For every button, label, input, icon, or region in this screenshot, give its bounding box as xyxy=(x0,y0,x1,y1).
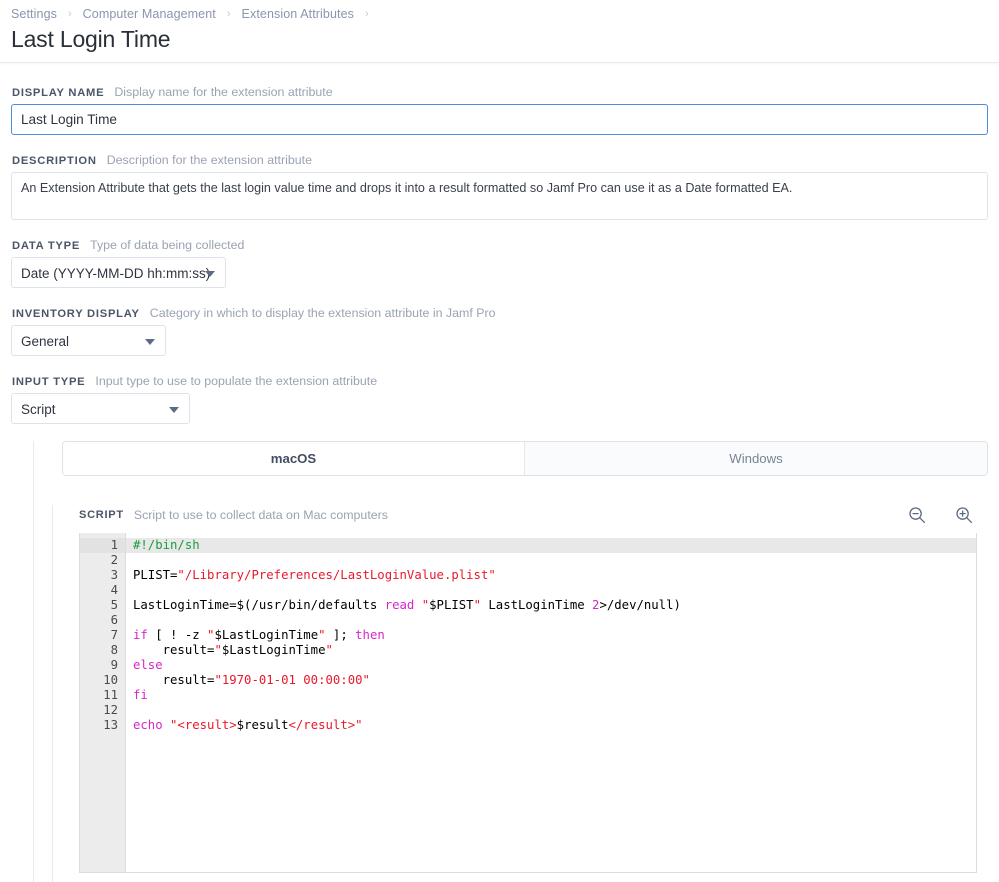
code-line: #!/bin/sh xyxy=(126,538,976,553)
breadcrumb-separator-icon: › xyxy=(68,8,72,20)
input-type-selected-value: Script xyxy=(12,394,189,425)
line-number: 1 xyxy=(80,538,125,553)
field-label-row: DESCRIPTION Description for the extensio… xyxy=(11,153,988,172)
display-name-hint: Display name for the extension attribute xyxy=(114,85,332,99)
field-label-row: DISPLAY NAME Display name for the extens… xyxy=(11,85,988,104)
breadcrumb: Settings › Computer Management › Extensi… xyxy=(11,0,999,24)
line-number: 11 xyxy=(80,688,125,703)
code-line xyxy=(133,553,976,568)
line-number: 13 xyxy=(80,718,125,733)
editor-zoom-controls xyxy=(907,505,988,525)
breadcrumb-item-extension-attributes[interactable]: Extension Attributes xyxy=(242,7,354,21)
display-name-input[interactable] xyxy=(11,104,988,135)
script-editor-panel: SCRIPT Script to use to collect data on … xyxy=(22,505,988,873)
code-line: else xyxy=(133,658,976,673)
description-label: DESCRIPTION xyxy=(12,155,97,167)
script-code-editor[interactable]: 1 2 3 4 5 6 7 8 9 10 11 12 13 #!/bin/sh … xyxy=(79,533,977,873)
input-type-hint: Input type to use to populate the extens… xyxy=(95,374,377,388)
script-section: macOS Windows SCRIPT Script to use to co… xyxy=(11,441,988,873)
script-rule xyxy=(52,505,53,882)
description-textarea[interactable]: An Extension Attribute that gets the las… xyxy=(11,172,988,220)
inventory-display-select[interactable]: General xyxy=(11,325,166,356)
code-line: if [ ! -z "$LastLoginTime" ]; then xyxy=(133,628,976,643)
line-number: 6 xyxy=(80,613,125,628)
breadcrumb-item-computer-management[interactable]: Computer Management xyxy=(83,7,216,21)
script-header-row: SCRIPT Script to use to collect data on … xyxy=(79,505,988,533)
platform-tabs: macOS Windows xyxy=(62,441,988,476)
description-hint: Description for the extension attribute xyxy=(107,153,312,167)
code-line: LastLoginTime=$(/usr/bin/defaults read "… xyxy=(133,598,976,613)
breadcrumb-item-settings[interactable]: Settings xyxy=(11,7,57,21)
zoom-in-icon[interactable] xyxy=(954,505,974,525)
field-label-row: INPUT TYPE Input type to use to populate… xyxy=(11,374,988,393)
editor-code-content[interactable]: #!/bin/sh PLIST="/Library/Preferences/La… xyxy=(126,533,976,872)
field-label-row: DATA TYPE Type of data being collected xyxy=(11,238,988,257)
code-line: PLIST="/Library/Preferences/LastLoginVal… xyxy=(133,568,976,583)
form-body: DISPLAY NAME Display name for the extens… xyxy=(0,85,999,873)
page-header: Settings › Computer Management › Extensi… xyxy=(0,0,999,63)
line-number: 2 xyxy=(80,553,125,568)
data-type-select[interactable]: Date (YYYY-MM-DD hh:mm:ss) xyxy=(11,257,226,288)
code-line xyxy=(133,703,976,718)
field-inventory-display: INVENTORY DISPLAY Category in which to d… xyxy=(11,306,988,356)
inventory-display-hint: Category in which to display the extensi… xyxy=(150,306,496,320)
code-line xyxy=(133,583,976,598)
code-line: result="$LastLoginTime" xyxy=(133,643,976,658)
code-line: result="1970-01-01 00:00:00" xyxy=(133,673,976,688)
code-line: fi xyxy=(133,688,976,703)
inventory-display-label: INVENTORY DISPLAY xyxy=(12,308,140,320)
line-number: 12 xyxy=(80,703,125,718)
data-type-hint: Type of data being collected xyxy=(90,238,244,252)
line-number: 5 xyxy=(80,598,125,613)
inventory-display-selected-value: General xyxy=(12,326,165,357)
script-label: SCRIPT xyxy=(79,509,124,521)
field-description: DESCRIPTION Description for the extensio… xyxy=(11,153,988,220)
line-number: 10 xyxy=(80,673,125,688)
tab-macos[interactable]: macOS xyxy=(63,442,525,475)
line-number: 7 xyxy=(80,628,125,643)
chevron-down-icon xyxy=(205,271,215,277)
input-type-select[interactable]: Script xyxy=(11,393,190,424)
tab-windows[interactable]: Windows xyxy=(525,442,987,475)
field-input-type: INPUT TYPE Input type to use to populate… xyxy=(11,374,988,424)
script-hint: Script to use to collect data on Mac com… xyxy=(134,508,388,522)
zoom-out-icon[interactable] xyxy=(907,505,927,525)
data-type-selected-value: Date (YYYY-MM-DD hh:mm:ss) xyxy=(12,258,225,289)
field-data-type: DATA TYPE Type of data being collected D… xyxy=(11,238,988,288)
line-number: 8 xyxy=(80,643,125,658)
editor-line-numbers: 1 2 3 4 5 6 7 8 9 10 11 12 13 xyxy=(80,533,126,872)
line-number: 3 xyxy=(80,568,125,583)
data-type-label: DATA TYPE xyxy=(12,240,80,252)
chevron-down-icon xyxy=(169,407,179,413)
field-display-name: DISPLAY NAME Display name for the extens… xyxy=(11,85,988,135)
line-number: 9 xyxy=(80,658,125,673)
chevron-down-icon xyxy=(145,339,155,345)
display-name-label: DISPLAY NAME xyxy=(12,87,104,99)
line-number: 4 xyxy=(80,583,125,598)
breadcrumb-separator-icon: › xyxy=(227,8,231,20)
field-label-row: INVENTORY DISPLAY Category in which to d… xyxy=(11,306,988,325)
code-line: echo "<result>$result</result>" xyxy=(133,718,976,733)
page-title: Last Login Time xyxy=(11,24,999,53)
input-type-label: INPUT TYPE xyxy=(12,376,85,388)
breadcrumb-separator-icon: › xyxy=(365,8,369,20)
code-line xyxy=(133,613,976,628)
